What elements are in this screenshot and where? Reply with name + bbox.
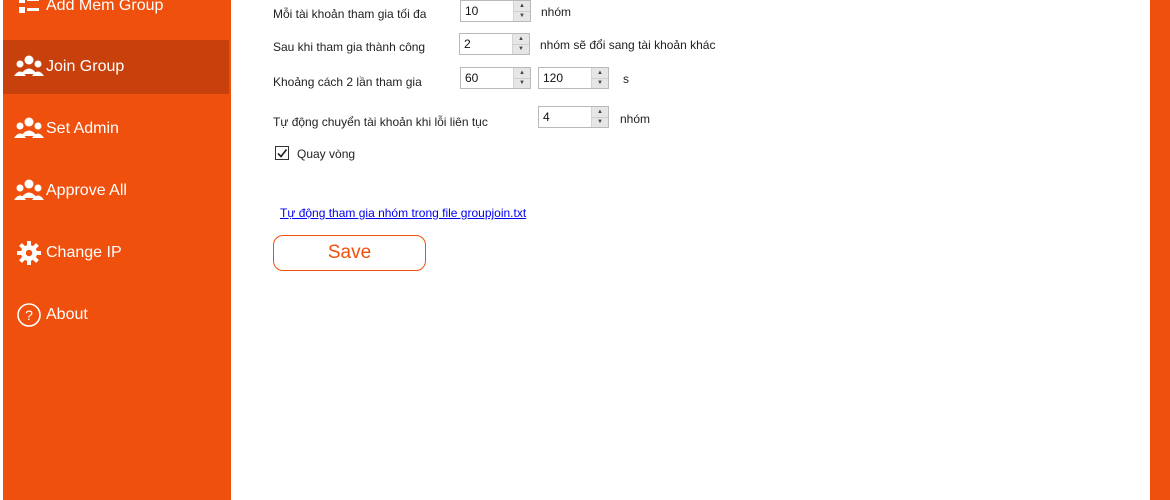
sidebar-item-join-group[interactable]: Join Group: [3, 40, 229, 94]
check-icon: [277, 149, 288, 158]
switch-after-label: Sau khi tham gia thành công: [273, 40, 426, 54]
max-groups-value[interactable]: 10: [461, 1, 513, 21]
list-icon: [14, 0, 44, 21]
auto-switch-stepper[interactable]: 4 ▲ ▼: [538, 106, 609, 128]
sidebar-item-label: About: [46, 306, 88, 323]
interval-min-value[interactable]: 60: [461, 68, 513, 88]
auto-switch-label: Tự động chuyển tài khoản khi lỗi liên tụ…: [273, 115, 488, 129]
spin-down-icon[interactable]: ▼: [514, 77, 530, 88]
spin-down-icon[interactable]: ▼: [513, 43, 529, 54]
spin-up-icon[interactable]: ▲: [514, 68, 530, 78]
auto-switch-unit: nhóm: [620, 112, 651, 126]
groupjoin-file-link[interactable]: Tự động tham gia nhóm trong file groupjo…: [280, 206, 526, 220]
sidebar-item-label: Change IP: [46, 244, 122, 261]
spin-up-icon[interactable]: ▲: [513, 34, 529, 44]
loop-label[interactable]: Quay vòng: [297, 147, 355, 161]
interval-min-stepper[interactable]: 60 ▲ ▼: [460, 67, 531, 89]
max-groups-label: Mỗi tài khoản tham gia tối đa: [273, 7, 427, 21]
sidebar-item-add-mem-group[interactable]: Add Mem Group: [3, 0, 229, 33]
users-icon: [14, 52, 44, 82]
spin-up-icon[interactable]: ▲: [592, 68, 608, 78]
interval-max-stepper[interactable]: 120 ▲ ▼: [538, 67, 609, 89]
switch-after-value[interactable]: 2: [460, 34, 512, 54]
sidebar-item-label: Set Admin: [46, 120, 119, 137]
sidebar-item-label: Join Group: [46, 58, 125, 75]
switch-after-stepper[interactable]: 2 ▲ ▼: [459, 33, 530, 55]
users-icon: [14, 176, 44, 206]
max-groups-stepper[interactable]: 10 ▲ ▼: [460, 0, 531, 22]
spin-down-icon[interactable]: ▼: [514, 10, 530, 21]
sidebar-item-approve-all[interactable]: Approve All: [3, 164, 229, 218]
sidebar-item-set-admin[interactable]: Set Admin: [3, 102, 229, 156]
question-icon: ?: [14, 300, 44, 330]
spin-up-icon[interactable]: ▲: [514, 1, 530, 11]
gear-icon: [14, 238, 44, 268]
sidebar-item-label: Add Mem Group: [46, 0, 164, 14]
switch-after-unit: nhóm sẽ đổi sang tài khoản khác: [540, 38, 716, 52]
sidebar: Add Mem Group Join Group Set Admin Appro…: [0, 0, 231, 500]
window-border-right: [1150, 0, 1170, 500]
interval-max-value[interactable]: 120: [539, 68, 591, 88]
spin-down-icon[interactable]: ▼: [592, 77, 608, 88]
svg-text:?: ?: [25, 307, 33, 323]
loop-checkbox[interactable]: [275, 146, 289, 160]
interval-unit: s: [623, 72, 629, 86]
auto-switch-value[interactable]: 4: [539, 107, 591, 127]
sidebar-item-change-ip[interactable]: Change IP: [3, 226, 229, 280]
spin-down-icon[interactable]: ▼: [592, 116, 608, 127]
users-icon: [14, 114, 44, 144]
sidebar-item-about[interactable]: ? About: [3, 288, 229, 342]
save-button[interactable]: Save: [273, 235, 426, 271]
interval-label: Khoảng cách 2 lần tham gia: [273, 75, 422, 89]
max-groups-unit: nhóm: [541, 5, 572, 19]
spin-up-icon[interactable]: ▲: [592, 107, 608, 117]
sidebar-item-label: Approve All: [46, 182, 127, 199]
